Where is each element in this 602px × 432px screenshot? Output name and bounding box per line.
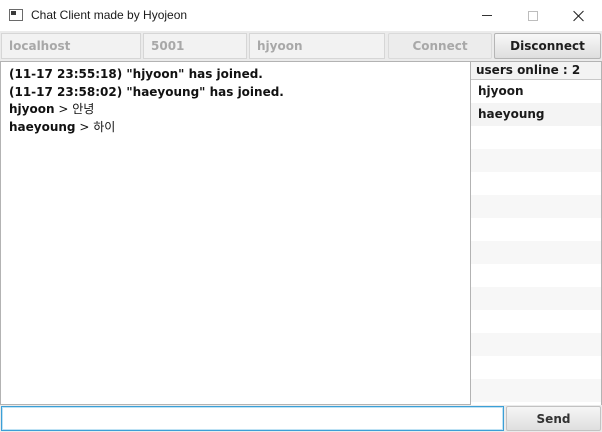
- empty-list-row: [471, 264, 601, 287]
- empty-list-row: [471, 310, 601, 333]
- message-separator: >: [75, 119, 94, 134]
- users-online-header: users online : 2: [471, 62, 601, 80]
- chat-log[interactable]: (11-17 23:55:18) "hjyoon" has joined. (1…: [0, 61, 471, 405]
- empty-list-row: [471, 126, 601, 149]
- empty-list-row: [471, 287, 601, 310]
- disconnect-button[interactable]: Disconnect: [494, 33, 601, 59]
- composer-bar: Send: [0, 405, 602, 432]
- system-message: (11-17 23:55:18) "hjyoon" has joined.: [9, 67, 263, 81]
- users-list[interactable]: hjyoon haeyoung: [471, 80, 601, 402]
- empty-list-row: [471, 356, 601, 379]
- window-app-icon: [9, 9, 23, 21]
- empty-list-row: [471, 241, 601, 264]
- maximize-icon: [528, 10, 538, 21]
- port-field[interactable]: 5001: [143, 33, 247, 59]
- message-sender: haeyoung: [9, 119, 76, 134]
- empty-list-row: [471, 333, 601, 356]
- user-list-item[interactable]: haeyoung: [471, 103, 601, 126]
- message-separator: >: [54, 102, 73, 116]
- close-button[interactable]: [556, 0, 602, 31]
- users-panel: users online : 2 hjyoon haeyoung: [471, 61, 602, 405]
- minimize-button[interactable]: [464, 0, 510, 31]
- user-list-item[interactable]: hjyoon: [471, 80, 601, 103]
- empty-list-row: [471, 172, 601, 195]
- message-text: 안녕: [72, 102, 95, 116]
- host-field[interactable]: localhost: [1, 33, 141, 59]
- empty-list-row: [471, 149, 601, 172]
- close-icon: [573, 10, 585, 22]
- maximize-button[interactable]: [510, 0, 556, 31]
- message-text: 하이: [93, 119, 116, 134]
- connection-toolbar: localhost 5001 hjyoon Connect Disconnect: [0, 31, 602, 61]
- username-field[interactable]: hjyoon: [249, 33, 385, 59]
- window-title: Chat Client made by Hyojeon: [31, 8, 188, 22]
- chat-message: hjyoon > 안녕: [9, 101, 470, 119]
- empty-list-row: [471, 218, 601, 241]
- connect-button[interactable]: Connect: [388, 33, 492, 59]
- message-input[interactable]: [1, 406, 504, 431]
- minimize-icon: [482, 15, 492, 16]
- send-button[interactable]: Send: [506, 406, 601, 431]
- system-message: (11-17 23:58:02) "haeyoung" has joined.: [9, 84, 284, 99]
- title-bar: Chat Client made by Hyojeon: [0, 0, 602, 31]
- message-sender: hjyoon: [9, 102, 55, 116]
- chat-message: haeyoung > 하이: [9, 119, 470, 137]
- empty-list-row: [471, 195, 601, 218]
- empty-list-row: [471, 379, 601, 402]
